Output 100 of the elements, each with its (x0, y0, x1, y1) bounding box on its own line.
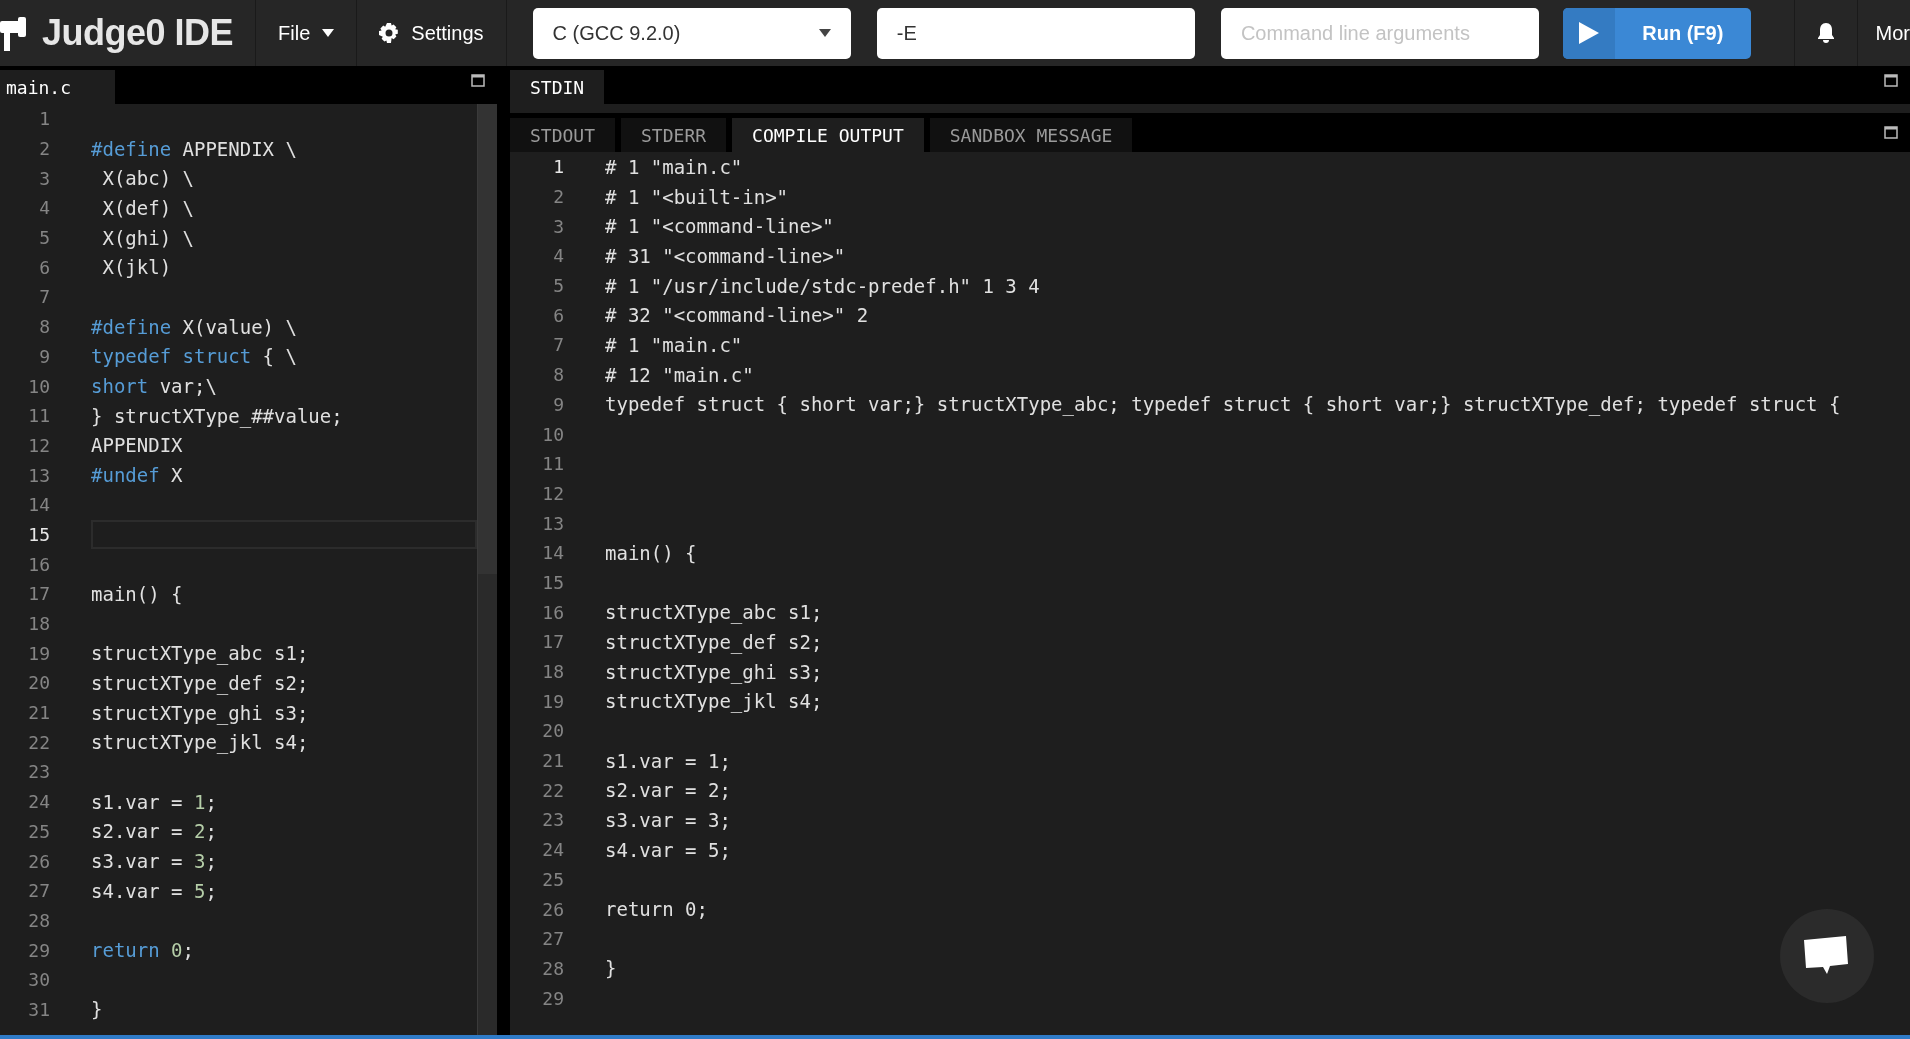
code-line: s4.var = 5; (605, 838, 731, 861)
line-number: 22 (27, 731, 50, 753)
code-line: s1.var = 1; (91, 790, 217, 813)
code-line: # 1 "/usr/include/stdc-predef.h" 1 3 4 (605, 274, 1040, 297)
line-number: 15 (541, 571, 564, 593)
line-number: 16 (541, 601, 564, 623)
code-line: # 31 "<command-line>" (605, 244, 846, 267)
line-number: 21 (541, 750, 564, 772)
line-number: 14 (541, 542, 564, 564)
code-line: s3.var = 3; (605, 808, 731, 831)
code-line: #undef X (91, 464, 183, 487)
code-line: structXType_abc s1; (605, 601, 823, 624)
code-line: return 0; (605, 898, 708, 921)
code-line: # 1 "<command-line>" (605, 215, 834, 238)
line-number: 19 (27, 642, 50, 664)
code-line: # 1 "main.c" (605, 333, 743, 356)
line-number: 31 (27, 998, 50, 1020)
line-number: 12 (541, 482, 564, 504)
code-line: s4.var = 5; (91, 879, 217, 902)
line-number: 25 (27, 820, 50, 842)
code-line: s1.var = 1; (605, 749, 731, 772)
line-number: 26 (27, 850, 50, 872)
caret-icon (818, 29, 831, 37)
line-number: 30 (27, 969, 50, 991)
tab[interactable]: STDERR (621, 118, 727, 152)
line-number: 1 (38, 108, 50, 130)
play-icon (1579, 22, 1600, 44)
tab[interactable]: STDOUT (510, 118, 616, 152)
app-title: Judge0 IDE (42, 12, 234, 54)
code-line: structXType_abc s1; (91, 642, 309, 665)
line-number: 8 (552, 364, 564, 386)
line-number: 21 (27, 702, 50, 724)
line-number: 9 (552, 393, 564, 415)
line-number: 5 (552, 275, 564, 297)
tab[interactable]: main.c (0, 70, 116, 104)
line-number: 6 (552, 304, 564, 326)
line-number: 11 (541, 453, 564, 475)
code-line: APPENDIX (91, 434, 183, 457)
code-line: typedef struct { \ (91, 345, 297, 368)
maximize-icon (1884, 74, 1898, 87)
language-select[interactable]: C (GCC 9.2.0) (532, 7, 851, 59)
line-number: 5 (38, 227, 50, 249)
code-line: X(abc) \ (101, 167, 194, 190)
code-line: # 32 "<command-line>" 2 (605, 304, 869, 327)
line-number: 22 (541, 779, 564, 801)
tab[interactable]: STDIN (510, 70, 605, 104)
code-line: # 12 "main.c" (605, 363, 754, 386)
tab[interactable]: SANDBOX MESSAGE (929, 118, 1133, 152)
line-number: 7 (38, 286, 50, 308)
code-line: typedef struct { short var;} structXType_abc; typedef struct { short var;} structXType_def; typedef struct { (605, 393, 1841, 416)
maximize-icon (471, 74, 485, 87)
chat-bubble-icon (1804, 936, 1850, 976)
code-line: s2.var = 2; (91, 820, 217, 843)
line-number: 9 (38, 345, 50, 367)
line-number: 13 (541, 512, 564, 534)
code-line: s2.var = 2; (605, 779, 731, 802)
code-line: X(def) \ (101, 196, 194, 219)
arguments-field[interactable]: Command line arguments (1220, 7, 1540, 59)
line-number: 4 (38, 197, 50, 219)
code-line: #define APPENDIX \ (91, 137, 297, 160)
line-number: 18 (541, 661, 564, 683)
line-number: 17 (541, 631, 564, 653)
line-number: 4 (552, 245, 564, 267)
code-line: } (91, 998, 103, 1021)
line-number: 24 (541, 839, 564, 861)
line-number: 28 (27, 909, 50, 931)
line-number: 25 (541, 868, 564, 890)
line-number: 2 (552, 186, 564, 208)
line-number: 6 (38, 256, 50, 278)
code-editor[interactable] (0, 104, 497, 1035)
code-line: structXType_def s2; (605, 630, 823, 653)
line-number: 27 (27, 880, 50, 902)
code-line: main() { (605, 541, 697, 564)
line-number: 1 (552, 156, 564, 178)
line-number: 2 (38, 138, 50, 160)
code-line: # 1 "<built-in>" (605, 185, 789, 208)
scrollbar[interactable] (477, 104, 497, 1035)
code-line: # 1 "main.c" (605, 155, 743, 178)
maximize-icon (1884, 126, 1898, 139)
line-number: 15 (27, 523, 50, 545)
more-menu[interactable]: Mor (1857, 21, 1910, 45)
code-line: structXType_ghi s3; (605, 660, 823, 683)
line-number: 29 (27, 939, 50, 961)
line-number: 14 (27, 494, 50, 516)
code-line: s3.var = 3; (91, 850, 217, 873)
line-number: 13 (27, 464, 50, 486)
stdin-editor[interactable] (510, 104, 1910, 113)
tab[interactable]: COMPILE OUTPUT (732, 118, 924, 152)
code-line: main() { (91, 582, 183, 605)
line-number: 20 (541, 720, 564, 742)
line-number: 3 (38, 167, 50, 189)
line-number: 27 (541, 928, 564, 950)
line-number: 12 (27, 434, 50, 456)
line-number: 20 (27, 672, 50, 694)
code-line: structXType_def s2; (91, 671, 309, 694)
line-number: 10 (541, 423, 564, 445)
compiler-options-field[interactable]: -E (876, 7, 1195, 59)
run-button[interactable]: Run (F9) (1563, 7, 1751, 59)
code-line: structXType_jkl s4; (605, 690, 823, 713)
line-number: 10 (27, 375, 50, 397)
